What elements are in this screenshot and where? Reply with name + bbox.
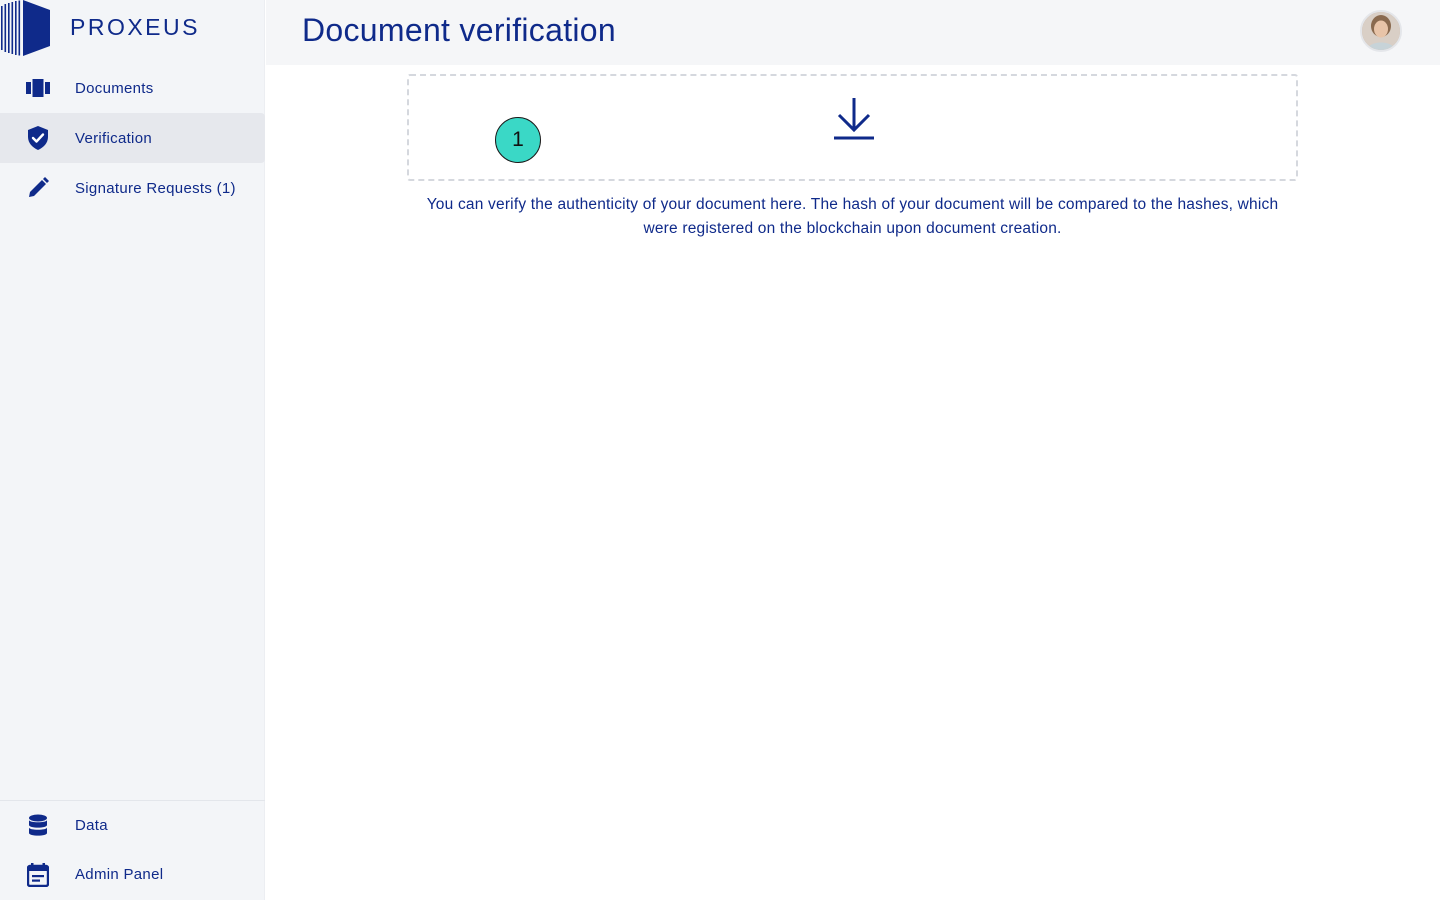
sidebar-item-label: Documents: [75, 79, 154, 97]
page-title: Document verification: [302, 12, 616, 48]
sidebar-item-signature-requests[interactable]: Signature Requests (1): [0, 163, 265, 213]
step-badge: 1: [495, 117, 541, 163]
verification-info-text: You can verify the authenticity of your …: [426, 196, 1279, 237]
sidebar: PROXEUS Documents Verification Signature…: [0, 0, 265, 900]
download-icon: [834, 98, 874, 140]
sidebar-item-documents[interactable]: Documents: [0, 63, 265, 113]
documents-icon: [26, 76, 50, 100]
file-dropzone[interactable]: 1: [407, 74, 1298, 181]
sidebar-item-label: Signature Requests (1): [75, 179, 236, 197]
sidebar-item-verification[interactable]: Verification: [0, 113, 265, 163]
brand[interactable]: PROXEUS: [0, 0, 265, 56]
calendar-icon: [26, 862, 50, 887]
sidebar-item-data[interactable]: Data: [0, 801, 265, 850]
sidebar-item-label: Admin Panel: [75, 866, 164, 883]
shield-check-icon: [26, 126, 50, 150]
proxeus-logo-icon: [1, 0, 50, 56]
main-nav: Documents Verification Signature Request…: [0, 63, 265, 213]
sidebar-item-label: Data: [75, 817, 108, 834]
sidebar-item-admin-panel[interactable]: Admin Panel: [0, 850, 265, 899]
bottom-nav: Data Admin Panel: [0, 800, 265, 899]
database-icon: [26, 814, 50, 838]
header: Document verification: [266, 0, 1440, 65]
pen-icon: [26, 176, 50, 200]
user-avatar[interactable]: [1360, 10, 1402, 52]
sidebar-item-label: Verification: [75, 129, 152, 147]
brand-name: PROXEUS: [70, 14, 200, 40]
